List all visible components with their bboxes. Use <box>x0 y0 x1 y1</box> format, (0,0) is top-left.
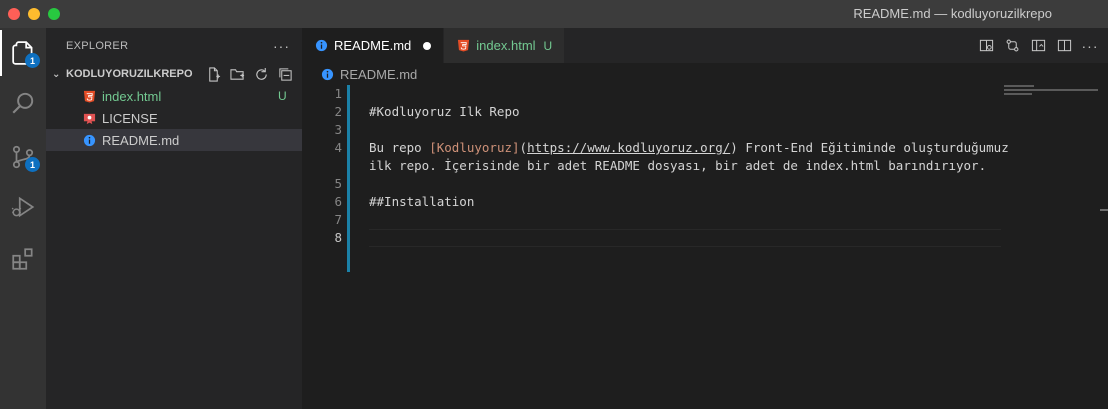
split-editor-button[interactable] <box>1054 36 1074 56</box>
file-name: LICENSE <box>102 110 158 126</box>
preview-side-button[interactable] <box>1028 36 1048 56</box>
open-preview-button[interactable] <box>976 36 996 56</box>
extensions-icon <box>12 248 33 270</box>
current-line <box>369 229 1001 247</box>
explorer-more-button[interactable]: ··· <box>273 38 290 54</box>
breadcrumb: README.md <box>302 63 1108 85</box>
new-file-icon <box>208 66 220 82</box>
line-number: 8 <box>334 230 342 245</box>
license-icon <box>83 113 95 124</box>
window-title: README.md — kodluyoruzilkrepo <box>853 6 1052 21</box>
unsaved-dot-icon[interactable] <box>423 41 432 50</box>
code-text: Front-End Eğitiminde oluşturduğumuz <box>737 140 1009 155</box>
collapse-all-icon <box>278 67 292 81</box>
info-icon <box>315 39 327 52</box>
source-control-badge: 1 <box>25 157 40 172</box>
activity-run-debug[interactable] <box>0 184 46 230</box>
code-text: ) <box>730 140 738 155</box>
refresh-icon <box>255 67 267 80</box>
activity-search[interactable] <box>0 80 46 126</box>
open-changes-button[interactable] <box>1002 36 1022 56</box>
activity-bar: 1 1 <box>0 28 46 409</box>
open-changes-icon <box>1006 39 1018 52</box>
explorer-sidebar: EXPLORER ··· ⌄ KODLUYORUZILKREPO index.h… <box>46 28 302 409</box>
close-window-button[interactable] <box>8 8 20 20</box>
info-icon <box>83 134 95 146</box>
new-folder-icon <box>229 68 244 80</box>
tab-index-html[interactable]: index.html U <box>444 28 566 63</box>
editor-more-button[interactable]: ··· <box>1080 36 1100 56</box>
file-name: index.html <box>102 88 162 104</box>
code-editor[interactable]: 1 2 3 4 5 6 7 8 #Kodluyoruz Ilk Repo Bu … <box>302 85 1108 409</box>
line-number: 1 <box>334 86 342 101</box>
tab-label: index.html <box>476 38 536 53</box>
vertical-scrollbar[interactable] <box>1100 209 1108 211</box>
activity-source-control[interactable]: 1 <box>0 134 46 180</box>
git-status-badge: U <box>543 38 553 53</box>
git-status-badge: U <box>278 89 287 103</box>
tab-readme[interactable]: README.md <box>302 28 445 63</box>
code-line: #Kodluyoruz Ilk Repo <box>369 104 520 119</box>
line-number: 4 <box>334 140 342 155</box>
code-line: ilk repo. İçerisinde bir adet README dos… <box>369 158 987 173</box>
file-item-license[interactable]: LICENSE <box>46 107 302 129</box>
info-icon <box>321 68 333 80</box>
chevron-down-icon: ⌄ <box>52 68 61 80</box>
new-folder-button[interactable] <box>228 65 246 83</box>
minimap-line <box>1004 93 1032 95</box>
explorer-title: EXPLORER <box>66 39 129 52</box>
collapse-folders-button[interactable] <box>276 65 294 83</box>
markdown-link-url[interactable]: https://www.kodluyoruz.org/ <box>527 140 730 155</box>
code-line: ##Installation <box>369 194 475 209</box>
html5-icon <box>457 39 469 52</box>
markdown-link-text: [Kodluyoruz] <box>429 140 520 155</box>
explorer-badge: 1 <box>25 53 40 68</box>
editor-tabs: README.md index.html U ··· <box>302 28 1108 63</box>
html5-icon <box>83 90 95 103</box>
refresh-explorer-button[interactable] <box>252 65 270 83</box>
code-text: Bu repo <box>369 140 430 155</box>
minimize-window-button[interactable] <box>28 8 40 20</box>
breadcrumb-file[interactable]: README.md <box>340 67 417 82</box>
activity-explorer[interactable]: 1 <box>0 30 46 76</box>
line-number: 7 <box>334 212 342 227</box>
window-controls <box>8 8 60 20</box>
workspace-folder-name: KODLUYORUZILKREPO <box>66 68 193 80</box>
tab-label: README.md <box>334 38 412 53</box>
preview-side-icon <box>1031 39 1045 52</box>
folder-actions <box>204 65 302 83</box>
line-number: 5 <box>334 176 342 191</box>
new-file-button[interactable] <box>204 65 222 83</box>
file-name: README.md <box>102 132 180 148</box>
minimap-line <box>1004 89 1098 91</box>
workspace-folder[interactable]: ⌄ KODLUYORUZILKREPO <box>46 63 302 85</box>
activity-extensions[interactable] <box>0 236 46 282</box>
line-number: 6 <box>334 194 342 209</box>
file-item-index-html[interactable]: index.html U <box>46 85 302 107</box>
file-item-readme[interactable]: README.md <box>46 129 302 151</box>
search-icon <box>12 92 34 114</box>
code-text: ( <box>519 140 528 155</box>
open-preview-icon <box>979 39 993 52</box>
minimap-line <box>1004 85 1034 87</box>
editor-actions: ··· <box>976 28 1108 63</box>
line-number: 2 <box>334 104 342 119</box>
title-bar: README.md — kodluyoruzilkrepo <box>0 0 1108 28</box>
line-numbers: 1 2 3 4 5 6 7 8 <box>302 85 348 247</box>
code-lines: #Kodluyoruz Ilk Repo Bu repo [Kodluyoruz… <box>369 85 1009 247</box>
code-line: Bu repo [Kodluyoruz](https://www.kodluyo… <box>369 139 1009 157</box>
minimap[interactable] <box>1004 85 1100 105</box>
run-debug-icon <box>11 196 35 218</box>
explorer-header: EXPLORER ··· <box>46 28 302 63</box>
line-number <box>302 157 348 175</box>
split-editor-icon <box>1057 39 1071 52</box>
line-number: 3 <box>334 122 342 137</box>
zoom-window-button[interactable] <box>48 8 60 20</box>
git-change-indicator[interactable] <box>347 85 350 272</box>
